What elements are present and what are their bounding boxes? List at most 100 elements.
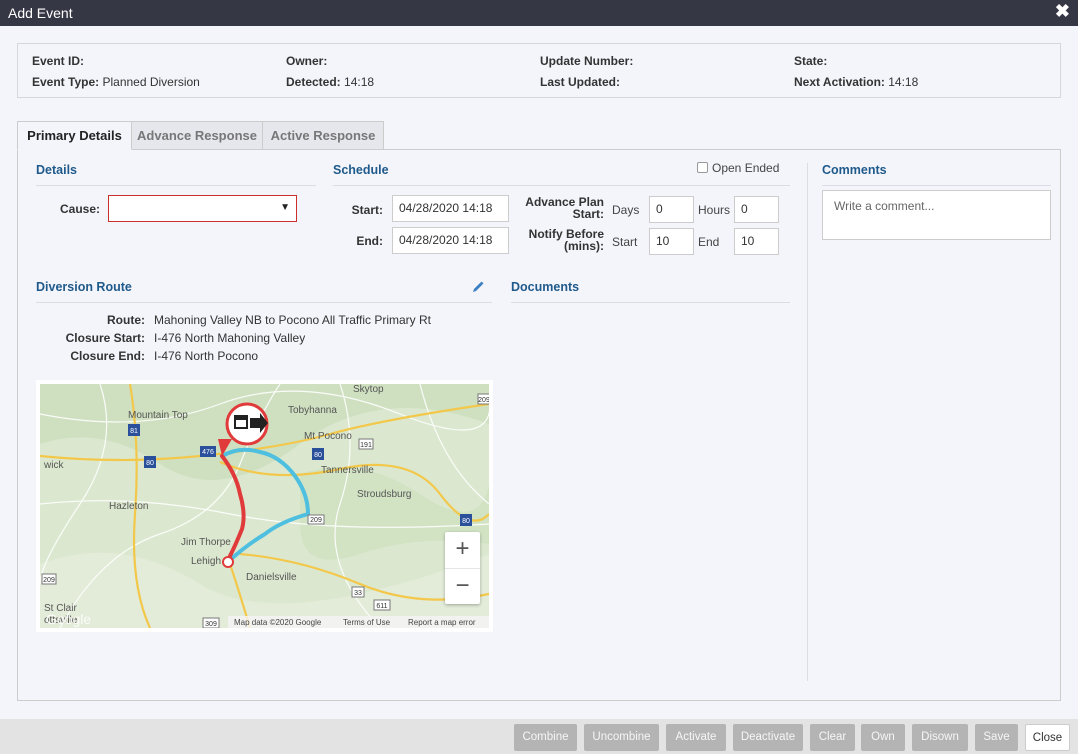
highway-shield: 33 <box>351 586 365 598</box>
highway-shield: 309 <box>202 617 220 628</box>
uncombine-button[interactable]: Uncombine <box>584 724 659 751</box>
map-canvas: Skytop Mountain Top Tobyhanna Mt Pocono … <box>40 384 489 628</box>
advance-plan-label-line2: Start: <box>572 207 604 221</box>
svg-text:33: 33 <box>354 590 362 597</box>
comments-heading: Comments <box>822 163 887 177</box>
start-label: Start: <box>351 203 383 217</box>
closure-end-value: I-476 North Pocono <box>154 349 259 363</box>
svg-text:476: 476 <box>202 449 214 456</box>
state-field: State: <box>794 54 827 68</box>
end-label: End: <box>356 234 383 248</box>
close-icon[interactable]: ✖ <box>1055 1 1070 22</box>
svg-text:209: 209 <box>478 397 489 404</box>
diversion-map[interactable]: Skytop Mountain Top Tobyhanna Mt Pocono … <box>36 380 493 632</box>
details-heading: Details <box>36 163 77 177</box>
advance-plan-label: Advance Plan Start: <box>516 196 604 220</box>
route-label: Route: <box>107 313 145 327</box>
map-place-label: wick <box>43 460 64 471</box>
svg-text:209: 209 <box>310 517 322 524</box>
map-place-label: Tobyhanna <box>288 405 337 416</box>
schedule-heading: Schedule <box>333 163 389 177</box>
notify-start-input[interactable]: 10 <box>649 228 694 255</box>
notify-before-label: Notify Before (mins): <box>516 228 604 252</box>
chevron-down-icon: ▼ <box>280 202 290 213</box>
map-place-label: Hazleton <box>109 501 148 512</box>
map-place-label: Lehigh <box>191 556 221 567</box>
open-ended-label: Open Ended <box>712 161 780 175</box>
combine-button[interactable]: Combine <box>514 724 577 751</box>
dialog-title: Add Event <box>8 5 73 21</box>
highway-shield: 80 <box>460 514 472 526</box>
schedule-divider <box>333 185 790 186</box>
notify-start-label: Start <box>612 235 638 249</box>
update-number-label: Update Number: <box>540 54 634 68</box>
state-label: State: <box>794 54 828 68</box>
comments-divider <box>822 185 1051 186</box>
svg-text:209: 209 <box>43 577 55 584</box>
activate-button[interactable]: Activate <box>666 724 726 751</box>
terms-of-use-link[interactable]: Terms of Use <box>343 618 391 627</box>
documents-divider <box>511 302 790 303</box>
dialog-footer: Combine Uncombine Activate Deactivate Cl… <box>0 719 1078 754</box>
hours-label: Hours <box>698 203 731 217</box>
map-place-label: Danielsville <box>246 572 297 583</box>
comment-input[interactable]: Write a comment... <box>822 190 1051 240</box>
column-separator <box>807 163 808 681</box>
map-place-label: Skytop <box>353 384 384 395</box>
tab-primary-details[interactable]: Primary Details <box>17 121 132 150</box>
svg-text:80: 80 <box>314 452 322 459</box>
svg-text:80: 80 <box>146 460 154 467</box>
highway-shield: 209 <box>477 393 489 405</box>
last-updated-field: Last Updated: <box>540 75 620 89</box>
closure-start-value: I-476 North Mahoning Valley <box>154 331 306 345</box>
start-datetime-input[interactable]: 04/28/2020 14:18 <box>392 195 509 222</box>
route-value: Mahoning Valley NB to Pocono All Traffic… <box>154 313 432 327</box>
notify-end-label: End <box>698 235 720 249</box>
zoom-in-button[interactable]: + <box>445 532 480 568</box>
detected-label: Detected: <box>286 75 341 89</box>
map-place-label: Stroudsburg <box>357 489 411 500</box>
report-map-error-link[interactable]: Report a map error <box>408 618 476 627</box>
map-data-attribution: Map data ©2020 Google <box>234 618 322 627</box>
map-place-label: Mountain Top <box>128 410 188 421</box>
clear-button[interactable]: Clear <box>810 724 855 751</box>
close-button[interactable]: Close <box>1025 724 1070 751</box>
cause-select[interactable]: ▼ <box>108 195 297 222</box>
svg-text:611: 611 <box>376 603 387 610</box>
highway-shield: 611 <box>373 599 391 611</box>
svg-text:81: 81 <box>130 428 138 435</box>
event-summary: Event ID: Event Type: Planned Diversion … <box>17 43 1061 98</box>
cause-label: Cause: <box>59 202 100 216</box>
deactivate-button[interactable]: Deactivate <box>733 724 803 751</box>
highway-shield: 80 <box>312 448 324 460</box>
pencil-icon[interactable] <box>472 281 484 293</box>
highway-shield: 191 <box>358 438 374 450</box>
notify-end-input[interactable]: 10 <box>734 228 779 255</box>
tab-active-response[interactable]: Active Response <box>262 121 384 150</box>
last-updated-label: Last Updated: <box>540 75 621 89</box>
event-type-label: Event Type: <box>32 75 100 89</box>
event-id-label: Event ID: <box>32 54 85 68</box>
detected-value: 14:18 <box>344 75 375 89</box>
documents-heading: Documents <box>511 280 580 294</box>
event-type-value: Planned Diversion <box>102 75 200 89</box>
disown-button[interactable]: Disown <box>912 724 968 751</box>
dialog-titlebar: Add Event ✖ <box>0 0 1078 26</box>
hours-input[interactable]: 0 <box>734 196 779 223</box>
end-datetime-input[interactable]: 04/28/2020 14:18 <box>392 227 509 254</box>
next-activation-value: 14:18 <box>888 75 919 89</box>
save-button[interactable]: Save <box>975 724 1018 751</box>
map-zoom-control: + − <box>445 532 480 604</box>
open-ended-checkbox[interactable] <box>697 162 708 173</box>
highway-shield: 209 <box>307 514 325 525</box>
svg-text:191: 191 <box>360 442 372 449</box>
detected-field: Detected: 14:18 <box>286 75 374 89</box>
zoom-out-button[interactable]: − <box>445 568 480 604</box>
days-input[interactable]: 0 <box>649 196 694 223</box>
notify-before-label-line2: (mins): <box>564 239 604 253</box>
map-place-label: Tannersville <box>321 465 374 476</box>
google-logo: Google <box>46 611 91 627</box>
highway-shield: 476 <box>200 446 216 457</box>
tab-advance-response[interactable]: Advance Response <box>131 121 263 150</box>
own-button[interactable]: Own <box>861 724 905 751</box>
